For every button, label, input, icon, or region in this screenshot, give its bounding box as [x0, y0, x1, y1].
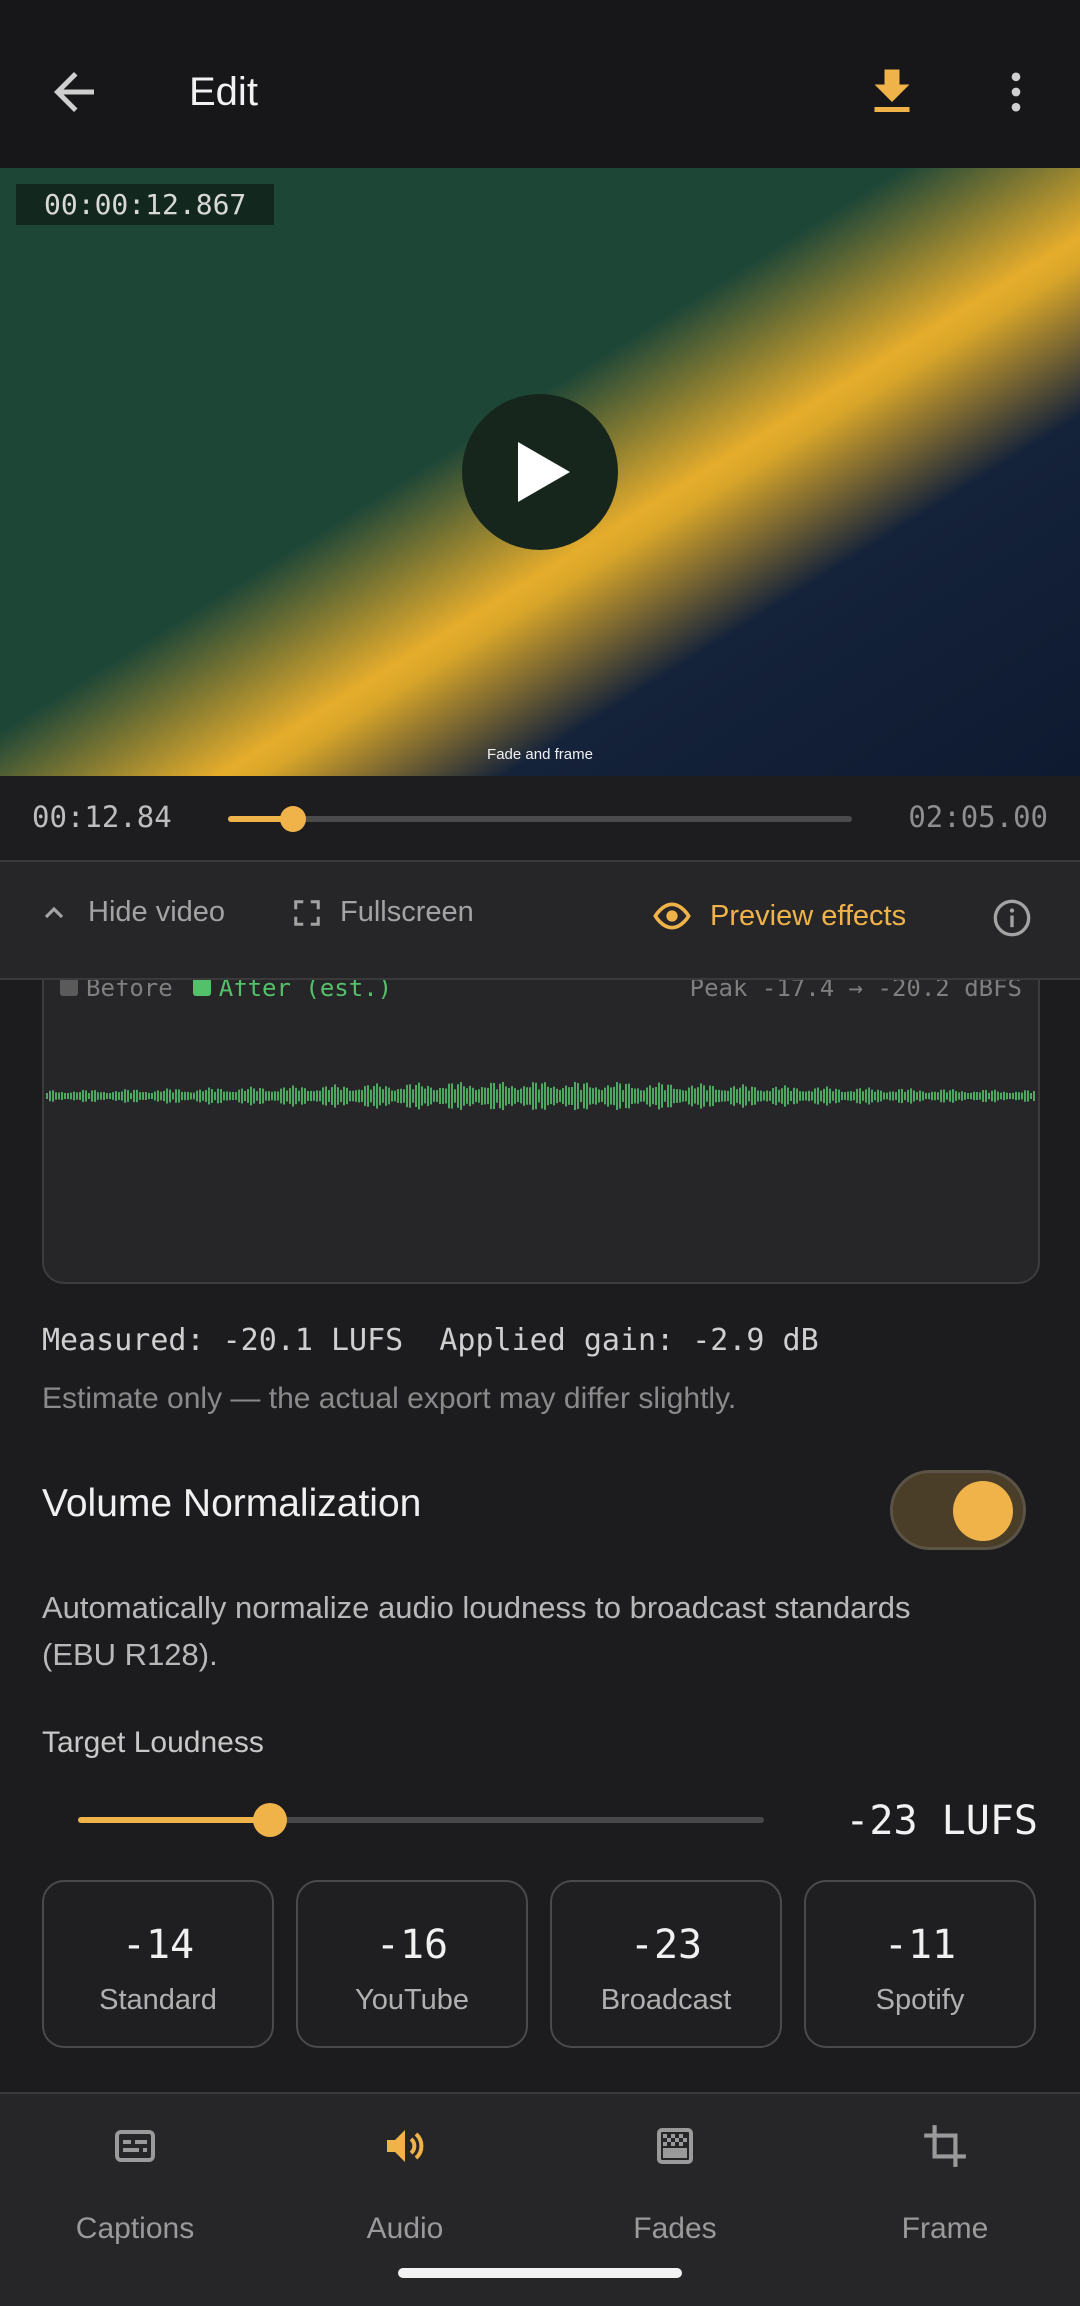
- target-loudness-value: -23 LUFS: [845, 1798, 1038, 1844]
- legend-after: After (est.): [218, 980, 393, 1002]
- hide-video-label: Hide video: [88, 896, 226, 928]
- video-caption: Fade and frame: [487, 746, 593, 763]
- nav-frame[interactable]: Frame: [810, 2094, 1080, 2306]
- nav-label: Fades: [633, 2212, 717, 2245]
- timecode-overlay: 00:00:12.867: [16, 184, 275, 225]
- preset-name: YouTube: [355, 1984, 469, 2016]
- volume-normalization-label: Volume Normalization: [42, 1482, 422, 1525]
- target-loudness-slider[interactable]: [78, 1803, 764, 1837]
- audio-panel[interactable]: Before After (est.) Peak -17.4 → -20.2 dB…: [0, 980, 1080, 2092]
- page-title: Edit: [189, 70, 258, 114]
- legend-before: Before: [86, 980, 173, 1002]
- preset-value: -23: [629, 1922, 703, 1968]
- arrow-left-icon[interactable]: [44, 62, 104, 122]
- target-loudness-label: Target Loudness: [42, 1726, 264, 1759]
- audio-waveform: [46, 1081, 1035, 1111]
- chevron-up-icon: [44, 906, 64, 918]
- more-vert-icon[interactable]: [990, 62, 1042, 122]
- scrubber-track[interactable]: [228, 806, 852, 832]
- hide-video-button[interactable]: Hide video: [38, 896, 225, 929]
- before-swatch: [60, 980, 78, 996]
- home-indicator: [398, 2268, 682, 2278]
- preset-standard[interactable]: -14 Standard: [42, 1880, 274, 2048]
- fullscreen-button[interactable]: Fullscreen: [292, 896, 474, 929]
- eye-icon: [653, 902, 691, 930]
- video-preview[interactable]: 00:00:12.867 Fade and frame: [0, 168, 1080, 776]
- preset-name: Standard: [99, 1984, 217, 2016]
- loudness-stats: Measured: -20.1 LUFS Applied gain: -2.9 …: [42, 1323, 819, 1358]
- preset-value: -14: [121, 1922, 195, 1968]
- preset-value: -11: [883, 1922, 957, 1968]
- nav-label: Frame: [901, 2212, 989, 2245]
- after-swatch: [192, 980, 211, 996]
- peak-readout: Peak -17.4 → -20.2 dBFS: [689, 980, 1022, 1002]
- crop-icon: [861, 2104, 1029, 2188]
- waveform-panel: Before After (est.) Peak -17.4 → -20.2 dB…: [42, 980, 1040, 1284]
- video-controls: Hide video Fullscreen Preview effects: [0, 862, 1080, 980]
- toggle-thumb: [953, 1481, 1013, 1541]
- waveform-legend: Before After (est.): [60, 980, 392, 1002]
- play-button[interactable]: [462, 394, 618, 550]
- preset-broadcast[interactable]: -23 Broadcast: [550, 1880, 782, 2048]
- play-icon: [518, 442, 570, 502]
- preset-youtube[interactable]: -16 YouTube: [296, 1880, 528, 2048]
- top-app-bar: Edit: [0, 0, 1080, 168]
- nav-captions[interactable]: Captions: [0, 2094, 270, 2306]
- current-time: 00:12.84: [32, 800, 172, 834]
- estimate-note: Estimate only — the actual export may di…: [42, 1382, 737, 1415]
- preset-value: -16: [375, 1922, 449, 1968]
- preview-effects-button[interactable]: Preview effects: [652, 896, 906, 936]
- playback-scrubber: 00:12.84 02:05.00: [0, 776, 1080, 862]
- slider-fill: [78, 1817, 271, 1823]
- info-icon[interactable]: [992, 898, 1032, 943]
- fades-icon: [591, 2104, 759, 2188]
- normalization-description: Automatically normalize audio loudness t…: [42, 1590, 911, 1672]
- preview-effects-label: Preview effects: [710, 899, 907, 932]
- captions-icon: [51, 2104, 219, 2188]
- download-icon[interactable]: [862, 62, 922, 122]
- slider-thumb[interactable]: [253, 1803, 288, 1837]
- volume-normalization-toggle[interactable]: [890, 1470, 1026, 1550]
- preset-spotify[interactable]: -11 Spotify: [804, 1880, 1036, 2048]
- preset-name: Spotify: [875, 1984, 965, 2016]
- nav-label: Audio: [366, 2212, 444, 2245]
- nav-label: Captions: [75, 2212, 195, 2245]
- fullscreen-label: Fullscreen: [340, 896, 474, 928]
- scrubber-thumb[interactable]: [279, 806, 306, 832]
- fullscreen-icon: [294, 899, 320, 926]
- speaker-icon: [321, 2104, 489, 2188]
- preset-name: Broadcast: [600, 1984, 732, 2016]
- duration-time: 02:05.00: [908, 800, 1048, 834]
